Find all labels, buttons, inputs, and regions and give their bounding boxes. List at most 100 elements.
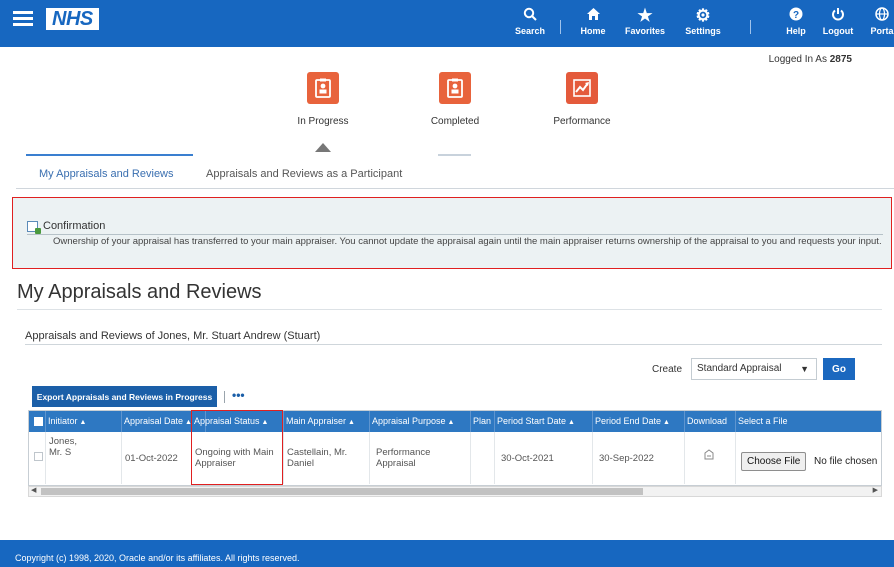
column-header[interactable]: Initiator ▲ [46, 411, 122, 432]
initiator-cell: Jones, Mr. S [46, 432, 122, 484]
sort-icon[interactable]: ▲ [185, 419, 192, 426]
top-bar: NHS Search Home ★ Favorites ⚙ Settings ?… [0, 0, 894, 47]
column-header[interactable]: Appraisal Status ▲ [192, 411, 284, 432]
column-header[interactable]: Main Appraiser ▲ [284, 411, 370, 432]
appraisals-table: Initiator ▲ Appraisal Date ▲ Appraisal Sta… [28, 410, 882, 486]
appraisal-icon [439, 72, 471, 104]
current-step-indicator [315, 143, 331, 152]
divider [27, 234, 883, 235]
help-label: Help [786, 26, 806, 36]
appraisal-date-cell: 01-Oct-2022 [122, 432, 192, 484]
column-header-label: Download [687, 416, 728, 426]
train-step-label: Performance [553, 116, 611, 127]
sort-icon[interactable]: ▲ [262, 419, 269, 426]
search-button[interactable]: Search [513, 6, 547, 36]
plan-cell [471, 432, 495, 484]
column-header-label: Appraisal Status [194, 416, 260, 426]
separator [560, 20, 561, 34]
sort-icon[interactable]: ▲ [448, 419, 455, 426]
export-button[interactable]: Export Appraisals and Reviews in Progres… [32, 386, 217, 407]
table-header: Initiator ▲ Appraisal Date ▲ Appraisal Sta… [29, 411, 881, 432]
copyright-text: Copyright (c) 1998, 2020, Oracle and/or … [15, 553, 300, 563]
column-header-label: Period End Date [595, 416, 662, 426]
scroll-left-icon[interactable]: ◀ [31, 486, 36, 494]
confirmation-text: Ownership of your appraisal has transfer… [53, 236, 882, 247]
globe-icon [870, 6, 894, 26]
sort-icon[interactable]: ▲ [348, 419, 355, 426]
tab-indicator [438, 154, 471, 156]
confirmation-icon [27, 220, 41, 234]
logged-in-user: 2875 [829, 54, 852, 65]
choose-file-button[interactable]: Choose File [741, 452, 807, 471]
help-icon: ? [784, 6, 808, 26]
star-icon: ★ [637, 6, 653, 25]
home-label: Home [580, 26, 606, 36]
column-header-label: Appraisal Purpose [372, 416, 446, 426]
footer: Copyright (c) 1998, 2020, Oracle and/or … [0, 540, 894, 567]
search-icon [513, 6, 547, 26]
column-header-label: Plan [473, 416, 492, 426]
table-row: Jones, Mr. S 01-Oct-2022 Ongoing with Ma… [29, 432, 881, 484]
logout-label: Logout [822, 26, 854, 36]
train-step-completed[interactable]: Completed [405, 72, 505, 127]
column-header[interactable]: Appraisal Purpose ▲ [370, 411, 471, 432]
settings-button[interactable]: ⚙ Settings [685, 6, 721, 36]
appraisal-icon [307, 72, 339, 104]
separator [750, 20, 751, 34]
chevron-down-icon: ▼ [800, 364, 809, 374]
sort-icon[interactable]: ▲ [663, 419, 670, 426]
home-icon [578, 6, 608, 26]
active-tab-indicator [26, 154, 193, 156]
help-button[interactable]: ? Help [784, 6, 808, 36]
more-options-icon[interactable]: ••• [232, 389, 245, 401]
train-step-in-progress[interactable]: In Progress [273, 72, 373, 127]
page-title: My Appraisals and Reviews [17, 281, 262, 303]
menu-icon[interactable] [13, 11, 33, 27]
select-all-checkbox[interactable] [34, 417, 43, 426]
tab-my-appraisals[interactable]: My Appraisals and Reviews [39, 168, 174, 180]
sort-icon[interactable]: ▲ [80, 419, 87, 426]
train-step-label: In Progress [297, 116, 349, 127]
horizontal-scrollbar[interactable]: ◀ ▶ [28, 486, 882, 497]
logged-in-as: Logged In As 2875 [769, 54, 852, 65]
sort-icon[interactable]: ▲ [568, 419, 575, 426]
logged-in-label: Logged In As [768, 54, 827, 65]
row-select-cell [29, 432, 46, 484]
chart-icon [566, 72, 598, 104]
appraisal-type-select[interactable]: Standard Appraisal ▼ [691, 358, 817, 380]
power-icon [822, 6, 854, 26]
section-header: Appraisals and Reviews of Jones, Mr. Stu… [25, 330, 321, 342]
initiator-value: Jones, Mr. S [49, 436, 77, 458]
home-button[interactable]: Home [578, 6, 608, 36]
appraisal-purpose-cell: Performance Appraisal [370, 432, 471, 484]
period-start-cell: 30-Oct-2021 [495, 432, 593, 484]
train-step-label: Completed [430, 116, 480, 127]
portal-button[interactable]: Porta [870, 6, 894, 36]
favorites-button[interactable]: ★ Favorites [623, 6, 667, 36]
separator [224, 391, 225, 403]
column-header: Plan [471, 411, 495, 432]
search-label: Search [514, 26, 546, 36]
column-header[interactable]: Period Start Date ▲ [495, 411, 593, 432]
tab-participant-appraisals[interactable]: Appraisals and Reviews as a Participant [206, 168, 402, 180]
row-checkbox[interactable] [34, 452, 43, 461]
column-header[interactable]: Period End Date ▲ [593, 411, 685, 432]
svg-text:?: ? [793, 10, 799, 21]
train-step-performance[interactable]: Performance [532, 72, 632, 127]
select-all-cell [29, 411, 46, 432]
download-cell [685, 432, 736, 484]
gear-icon: ⚙ [695, 6, 711, 25]
download-icon[interactable] [703, 449, 715, 464]
confirmation-message: Confirmation Ownership of your appraisal… [12, 197, 892, 269]
scroll-thumb[interactable] [41, 488, 643, 495]
favorites-label: Favorites [624, 26, 666, 36]
column-header-label: Appraisal Date [124, 416, 184, 426]
column-header-label: Period Start Date [497, 416, 567, 426]
column-header-label: Main Appraiser [286, 416, 347, 426]
scroll-right-icon[interactable]: ▶ [873, 486, 878, 494]
no-file-label: No file chosen [814, 456, 878, 467]
main-appraiser-cell: Castellain, Mr. Daniel [284, 432, 370, 484]
logout-button[interactable]: Logout [822, 6, 854, 36]
select-file-cell: Choose File No file chosen [736, 432, 881, 484]
go-button[interactable]: Go [823, 358, 855, 380]
